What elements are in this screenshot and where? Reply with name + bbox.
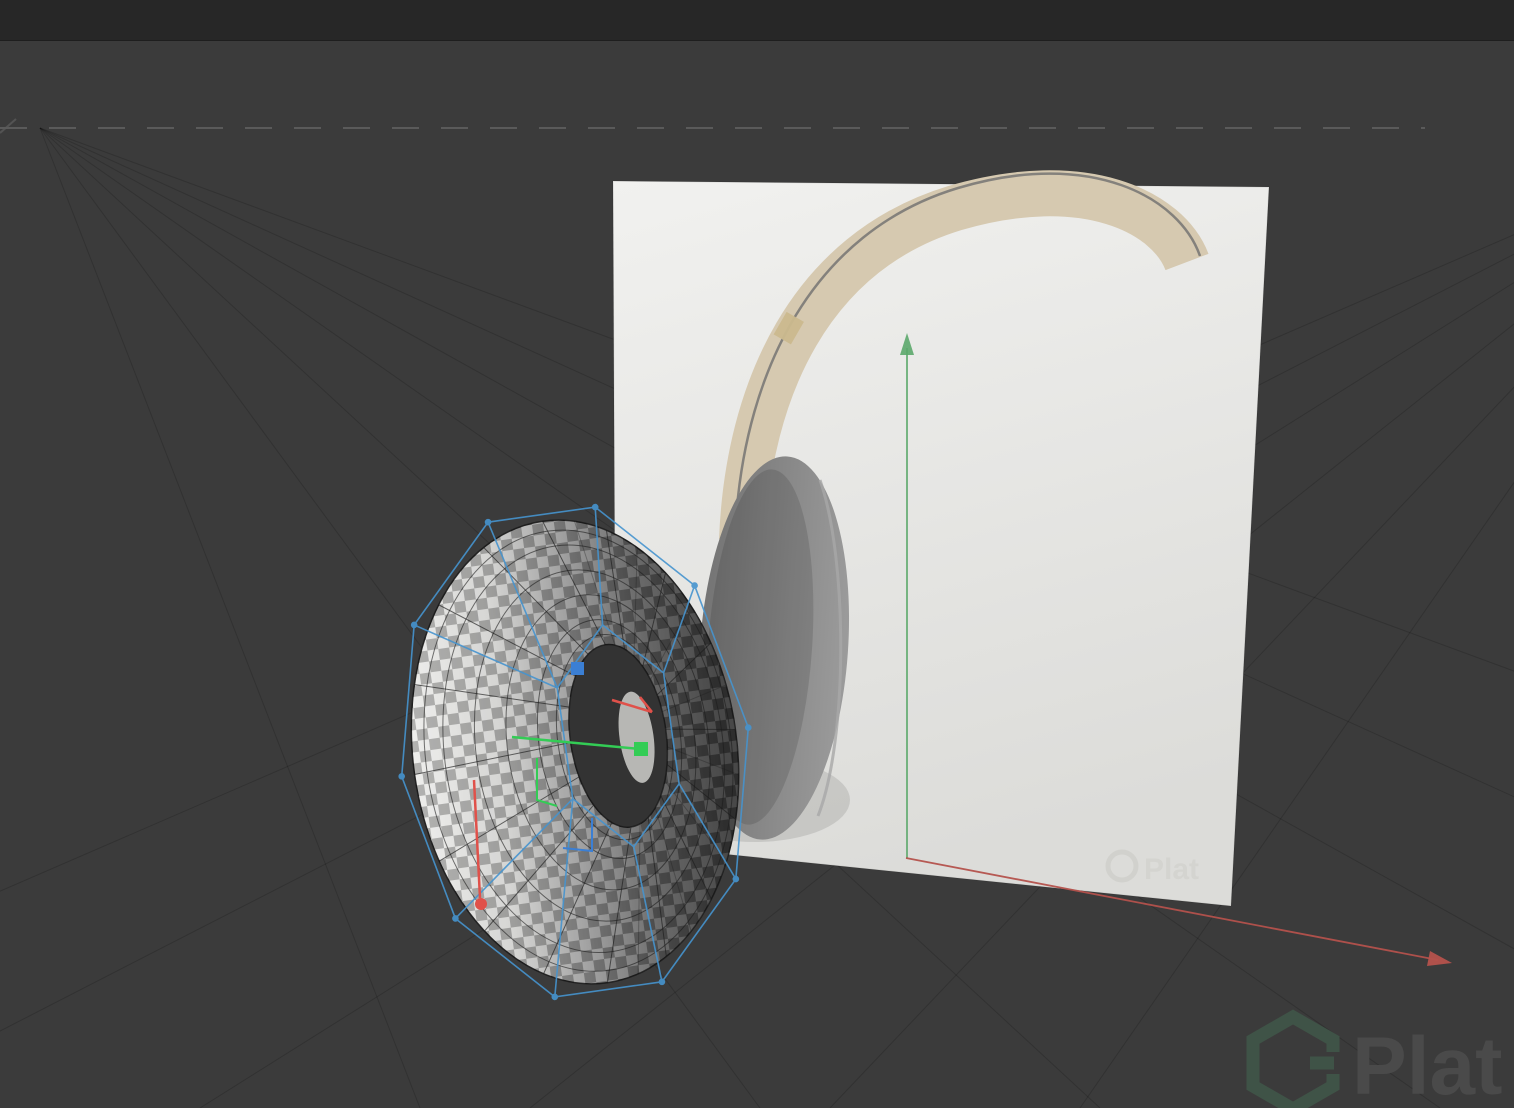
3d-viewport[interactable]: Plat Plat <box>0 0 1514 1108</box>
horizon-dashed-line <box>0 118 1425 134</box>
plane-watermark-text: Plat <box>1144 853 1199 886</box>
gizmo-z-handle[interactable] <box>571 662 584 675</box>
gizmo-x-endpoint[interactable] <box>475 898 487 910</box>
watermark: Plat <box>1246 1009 1502 1108</box>
gizmo-center-handle[interactable] <box>634 742 648 756</box>
watermark-text: Plat <box>1352 1021 1502 1108</box>
x-axis-arrow-icon <box>1427 951 1452 966</box>
